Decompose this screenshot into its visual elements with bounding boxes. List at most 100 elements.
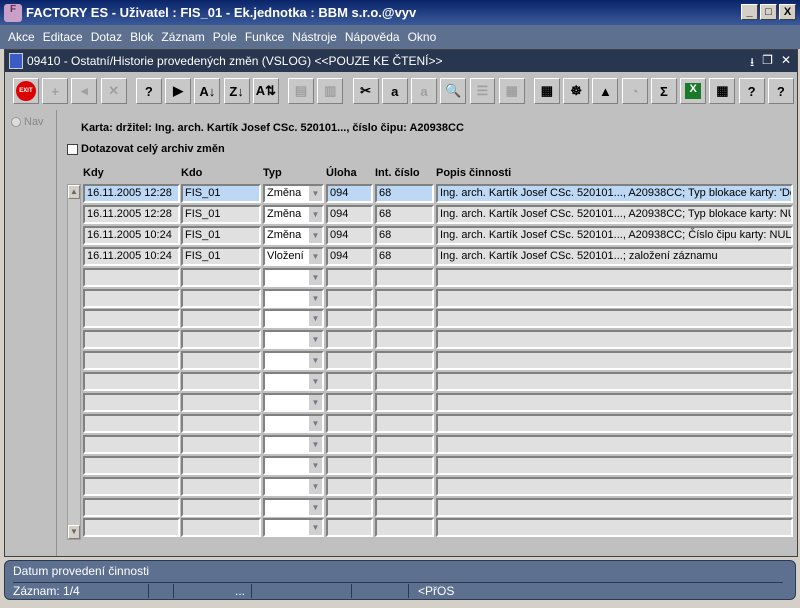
task-field[interactable]: 094 (326, 246, 373, 266)
calculator-button[interactable]: ▦ (533, 78, 560, 104)
table-row[interactable]: ▼ (5, 372, 793, 392)
menu-5[interactable]: Pole (209, 30, 241, 44)
int-number-field[interactable] (375, 413, 434, 433)
who-field[interactable] (181, 455, 261, 475)
chevron-down-icon[interactable]: ▼ (309, 290, 322, 306)
type-field[interactable]: ▼ (263, 330, 324, 350)
chevron-down-icon[interactable]: ▼ (309, 415, 322, 431)
zoom-button[interactable]: 🔍 (440, 78, 467, 104)
when-field[interactable]: 16.11.2005 12:28 (83, 204, 180, 224)
int-number-field[interactable] (375, 393, 434, 412)
menu-6[interactable]: Funkce (241, 30, 288, 44)
int-number-field[interactable] (375, 288, 434, 308)
when-field[interactable]: 16.11.2005 12:28 (83, 184, 180, 203)
table-row[interactable]: ▼ (5, 330, 793, 350)
table-row[interactable]: ▼ (5, 434, 793, 455)
sort-multi-button[interactable]: A⇅ (252, 78, 279, 104)
who-field[interactable] (181, 267, 261, 287)
type-field[interactable]: ▼ (263, 455, 324, 475)
chevron-down-icon[interactable]: ▼ (309, 395, 322, 410)
who-field[interactable] (181, 309, 261, 329)
task-field[interactable] (326, 309, 373, 329)
table-row[interactable]: ▼ (5, 393, 793, 413)
when-field[interactable] (83, 309, 180, 329)
who-field[interactable] (181, 372, 261, 392)
close-form-icon[interactable]: ✕ (781, 53, 791, 74)
who-field[interactable] (181, 518, 261, 538)
chevron-down-icon[interactable]: ▼ (309, 186, 322, 201)
when-field[interactable] (83, 497, 180, 517)
description-field[interactable] (436, 288, 793, 308)
chevron-down-icon[interactable]: ▼ (309, 436, 322, 452)
description-field[interactable] (436, 267, 793, 287)
when-field[interactable] (83, 413, 180, 433)
who-field[interactable] (181, 413, 261, 433)
table-row[interactable]: ▼ (5, 476, 793, 497)
execute-query-button[interactable]: ▶ (165, 78, 192, 104)
who-field[interactable] (181, 393, 261, 412)
sum-button[interactable]: Σ (650, 78, 677, 104)
int-number-field[interactable] (375, 372, 434, 392)
who-field[interactable] (181, 330, 261, 350)
table-row[interactable]: 16.11.2005 10:24 FIS_01 Změna ▼ 094 68 Ing. ar… (5, 225, 793, 246)
task-field[interactable] (326, 455, 373, 475)
type-field[interactable]: ▼ (263, 476, 324, 496)
minimize-button[interactable]: _ (741, 4, 758, 20)
task-field[interactable] (326, 288, 373, 308)
chevron-down-icon[interactable]: ▼ (309, 311, 322, 327)
exit-button[interactable]: EXIT (13, 78, 39, 104)
description-field[interactable] (436, 393, 793, 412)
task-field[interactable] (326, 330, 373, 350)
enter-query-button[interactable]: ? (135, 78, 162, 104)
archive-checkbox[interactable]: Dotazovat celý archiv změn (67, 143, 225, 155)
description-field[interactable] (436, 372, 793, 392)
task-field[interactable] (326, 393, 373, 412)
chevron-down-icon[interactable]: ▼ (309, 353, 322, 369)
sort-desc-button[interactable]: Z↓ (223, 78, 250, 104)
table-row[interactable]: ▼ (5, 351, 793, 371)
type-field[interactable]: ▼ (263, 288, 324, 308)
menu-3[interactable]: Blok (126, 30, 157, 44)
task-field[interactable]: 094 (326, 184, 373, 203)
menu-2[interactable]: Dotaz (87, 30, 126, 44)
description-field[interactable] (436, 476, 793, 496)
table-row[interactable]: 16.11.2005 12:28 FIS_01 Změna ▼ 094 68 Ing. ar… (5, 204, 793, 225)
table-row[interactable]: ▼ (5, 455, 793, 476)
cut-button[interactable]: ✂ (352, 78, 379, 104)
print-setup-button[interactable]: ▥ (317, 78, 344, 104)
description-field[interactable] (436, 413, 793, 433)
menu-7[interactable]: Nástroje (288, 30, 341, 44)
excel-button[interactable]: X (680, 78, 707, 104)
when-field[interactable] (83, 455, 180, 475)
when-field[interactable]: 16.11.2005 10:24 (83, 246, 180, 266)
print-button[interactable]: ▤ (288, 78, 315, 104)
description-field[interactable] (436, 434, 793, 454)
clear-button[interactable]: ✕ (100, 78, 127, 104)
type-field[interactable]: Změna ▼ (263, 184, 324, 203)
table-row[interactable]: ▼ (5, 288, 793, 309)
when-field[interactable] (83, 393, 180, 412)
description-field[interactable]: Ing. arch. Kartík Josef CSc. 520101...; … (436, 246, 793, 266)
int-number-field[interactable] (375, 330, 434, 350)
menu-0[interactable]: Akce (4, 30, 39, 44)
task-field[interactable] (326, 476, 373, 496)
when-field[interactable] (83, 288, 180, 308)
menu-9[interactable]: Okno (404, 30, 441, 44)
when-field[interactable] (83, 518, 180, 538)
task-field[interactable] (326, 497, 373, 517)
table-row[interactable]: ▼ (5, 497, 793, 518)
int-number-field[interactable]: 68 (375, 184, 434, 203)
description-field[interactable] (436, 309, 793, 329)
int-number-field[interactable] (375, 476, 434, 496)
chevron-down-icon[interactable]: ▼ (309, 248, 322, 264)
int-number-field[interactable] (375, 351, 434, 371)
help-button[interactable]: ? (738, 78, 765, 104)
gauge-button[interactable]: ◔ (621, 78, 648, 104)
description-field[interactable] (436, 351, 793, 371)
description-field[interactable] (436, 330, 793, 350)
when-field[interactable] (83, 476, 180, 496)
wheel-button[interactable]: ☸ (563, 78, 590, 104)
who-field[interactable]: FIS_01 (181, 204, 261, 224)
task-field[interactable] (326, 351, 373, 371)
chevron-down-icon[interactable]: ▼ (309, 374, 322, 390)
